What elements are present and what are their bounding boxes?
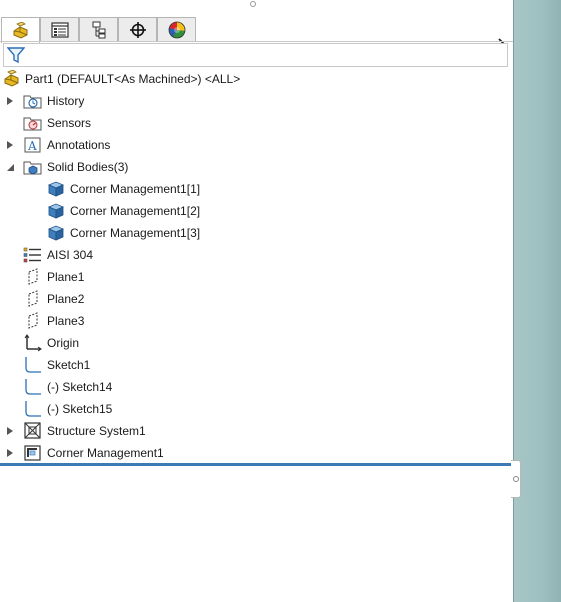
corner-management-icon (23, 443, 43, 463)
tree-item-label: Corner Management1 (47, 446, 164, 460)
tree-item-solid-bodies[interactable]: Solid Bodies(3) (23, 156, 128, 178)
tree-item-label: (-) Sketch15 (47, 402, 113, 416)
property-list-icon (50, 21, 69, 38)
tree-item-label: Structure System1 (47, 424, 146, 438)
part-icon (3, 69, 23, 89)
filter-icon[interactable] (7, 46, 25, 64)
tree-item-sketch[interactable]: (-) Sketch15 (23, 398, 112, 420)
manager-tab-bar (0, 17, 513, 52)
tree-item-label: Corner Management1[2] (70, 204, 201, 218)
tree-item-label: Plane2 (47, 292, 85, 306)
tree-item-label: AISI 304 (47, 248, 94, 262)
expand-arrow-icon[interactable] (5, 448, 15, 458)
tree-item-label: History (47, 94, 85, 108)
tree-item-label: Origin (47, 336, 80, 350)
sensors-folder-icon (23, 113, 43, 133)
plane-icon (23, 267, 43, 287)
material-icon (23, 245, 43, 265)
configuration-icon (92, 21, 105, 38)
structure-system-icon (23, 421, 43, 441)
feature-manager-panel: Part1 (DEFAULT<As Machined>) <ALL> Histo… (0, 0, 513, 602)
crosshair-icon (129, 21, 146, 38)
tree-filter-box[interactable] (3, 43, 508, 67)
tree-item-corner-management[interactable]: Corner Management1 (23, 442, 164, 464)
tree-item-label: Corner Management1[3] (70, 226, 201, 240)
tree-item-sketch[interactable]: (-) Sketch14 (23, 376, 112, 398)
tree-item-label: Corner Management1[1] (70, 182, 201, 196)
tree-item-structure-system[interactable]: Structure System1 (23, 420, 146, 442)
featuremanager-tab[interactable] (1, 17, 40, 43)
solid-body-icon (46, 223, 66, 243)
tree-item-material[interactable]: AISI 304 (23, 244, 93, 266)
solid-bodies-folder-icon (23, 157, 43, 177)
panel-collapse-handle[interactable] (511, 460, 521, 498)
collapse-arrow-icon[interactable] (5, 162, 15, 172)
tree-item-label: Plane3 (47, 314, 85, 328)
tree-item-label: Sensors (47, 116, 92, 130)
displaymanager-tab[interactable] (157, 17, 196, 41)
tree-item-plane[interactable]: Plane1 (23, 266, 84, 288)
tree-item-body[interactable]: Corner Management1[3] (46, 222, 200, 244)
expand-arrow-icon[interactable] (5, 140, 15, 150)
tree-item-body[interactable]: Corner Management1[1] (46, 178, 200, 200)
solid-body-icon (46, 201, 66, 221)
configurationmanager-tab[interactable] (79, 17, 118, 41)
tree-item-sketch[interactable]: Sketch1 (23, 354, 90, 376)
propertymanager-tab[interactable] (40, 17, 79, 41)
rollback-bar[interactable] (0, 463, 511, 466)
panel-grip-handle[interactable] (250, 1, 256, 7)
solid-body-icon (46, 179, 66, 199)
plane-icon (23, 311, 43, 331)
tree-item-label: Plane1 (47, 270, 85, 284)
expand-arrow-icon[interactable] (5, 96, 15, 106)
tree-item-plane[interactable]: Plane3 (23, 310, 84, 332)
origin-icon (23, 333, 43, 353)
sketch-icon (23, 377, 43, 397)
sketch-icon (23, 355, 43, 375)
history-folder-icon (23, 91, 43, 111)
graphics-area-background (513, 0, 561, 602)
tree-item-label: (-) Sketch14 (47, 380, 113, 394)
tree-item-sensors[interactable]: Sensors (23, 112, 91, 134)
tree-root-part[interactable]: Part1 (DEFAULT<As Machined>) <ALL> (3, 68, 240, 90)
tree-root-label: Part1 (DEFAULT<As Machined>) <ALL> (25, 72, 241, 86)
tab-bar-divider (0, 41, 513, 42)
tree-item-origin[interactable]: Origin (23, 332, 79, 354)
tree-item-label: Sketch1 (47, 358, 91, 372)
tree-item-plane[interactable]: Plane2 (23, 288, 84, 310)
tree-item-label: Solid Bodies(3) (47, 160, 129, 174)
tree-item-annotations[interactable]: A Annotations (23, 134, 110, 156)
annotations-icon: A (23, 135, 43, 155)
tree-item-history[interactable]: History (23, 90, 84, 112)
tree-item-body[interactable]: Corner Management1[2] (46, 200, 200, 222)
plane-icon (23, 289, 43, 309)
dimxpertmanager-tab[interactable] (118, 17, 157, 41)
part-feature-icon (13, 21, 27, 39)
tree-item-label: Annotations (47, 138, 111, 152)
filter-input[interactable] (28, 46, 502, 66)
expand-arrow-icon[interactable] (5, 426, 15, 436)
sketch-icon (23, 399, 43, 419)
svg-text:A: A (27, 139, 37, 153)
color-wheel-icon (168, 21, 185, 38)
